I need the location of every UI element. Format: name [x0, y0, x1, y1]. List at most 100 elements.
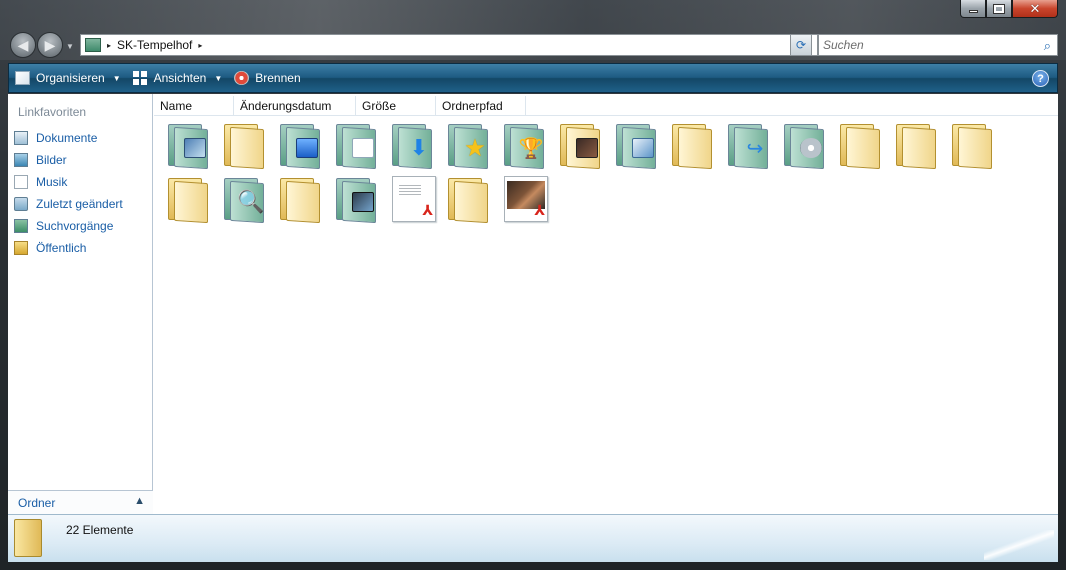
minimize-button[interactable] [960, 0, 986, 18]
sidebar-item-music[interactable]: Musik [12, 171, 123, 193]
breadcrumb-item[interactable]: SK-Tempelhof [117, 38, 192, 52]
links-folder-icon: ↪ [728, 122, 772, 170]
recent-pages-dropdown[interactable]: ▼ [66, 42, 74, 51]
address-bar[interactable]: ▸ SK-Tempelhof ▸ ▼ [80, 34, 818, 56]
maximize-icon [993, 3, 1005, 14]
games-folder-icon: 🏆 [504, 122, 548, 170]
forward-button[interactable]: ▶ [37, 32, 63, 58]
item-count: 22 Elemente [66, 523, 134, 537]
file-item[interactable]: ↪ [722, 118, 778, 172]
recent-icon [14, 197, 28, 211]
burn-label: Brennen [255, 71, 301, 85]
folder-icon [168, 176, 212, 224]
downloads-folder-icon: ⬇ [392, 122, 436, 170]
favorites-folder-icon: ★ [448, 122, 492, 170]
favorite-links-list: Dokumente Bilder Musik Zuletzt geändert … [12, 127, 123, 259]
help-icon: ? [1037, 72, 1044, 85]
file-item[interactable]: ★ [442, 118, 498, 172]
file-icon-grid: ⬇ ★ 🏆 ↪ 🔍 ⅄ ⅄ [162, 118, 1052, 226]
sidebar-item-label: Zuletzt geändert [36, 197, 123, 211]
file-item[interactable] [946, 118, 1002, 172]
file-item[interactable]: ⅄ [498, 172, 554, 226]
search-box[interactable]: ⌕ [818, 34, 1058, 56]
folder-icon [896, 122, 940, 170]
file-item[interactable] [330, 172, 386, 226]
file-item[interactable]: 🏆 [498, 118, 554, 172]
help-button[interactable]: ? [1032, 70, 1049, 87]
folder-icon [840, 122, 884, 170]
explorer-content: Linkfavoriten Dokumente Bilder Musik Zul… [8, 94, 1058, 514]
organize-menu-button[interactable]: Organisieren ▼ [9, 64, 127, 92]
file-item[interactable] [890, 118, 946, 172]
breadcrumb-separator-icon[interactable]: ▸ [107, 41, 111, 50]
contacts-folder-icon [616, 122, 660, 170]
search-icon[interactable]: ⌕ [1044, 38, 1051, 54]
column-header-modified[interactable]: Änderungsdatum [234, 96, 356, 116]
file-item[interactable] [162, 118, 218, 172]
chevron-up-icon: ▲ [134, 495, 145, 507]
sidebar-item-recent[interactable]: Zuletzt geändert [12, 193, 123, 215]
desktop-folder-icon [280, 122, 324, 170]
file-item[interactable] [218, 118, 274, 172]
file-item[interactable] [666, 118, 722, 172]
sidebar-item-public[interactable]: Öffentlich [12, 237, 123, 259]
sidebar-item-documents[interactable]: Dokumente [12, 127, 123, 149]
column-header-name[interactable]: Name [154, 96, 234, 116]
videos-folder-icon [336, 176, 380, 224]
sidebar-item-pictures[interactable]: Bilder [12, 149, 123, 171]
file-item[interactable]: 🔍 [218, 172, 274, 226]
pictures-icon [14, 153, 28, 167]
file-item[interactable] [162, 172, 218, 226]
file-item[interactable] [834, 118, 890, 172]
search-input[interactable] [823, 38, 1023, 52]
file-item[interactable] [778, 118, 834, 172]
folder-icon [224, 122, 268, 170]
file-item[interactable]: ⬇ [386, 118, 442, 172]
folder-location-icon [85, 38, 101, 52]
file-item[interactable] [554, 118, 610, 172]
file-list-pane: Name Änderungsdatum Größe Ordnerpfad ⬇ ★… [154, 94, 1058, 514]
forward-arrow-icon: ▶ [44, 36, 56, 53]
folder-icon [672, 122, 716, 170]
file-item[interactable] [274, 172, 330, 226]
column-header-row: Name Änderungsdatum Größe Ordnerpfad [154, 96, 1058, 116]
documents-folder-icon [336, 122, 380, 170]
caption-buttons: ✕ [960, 0, 1058, 20]
back-button[interactable]: ◀ [10, 32, 36, 58]
burn-button[interactable]: Brennen [228, 64, 306, 92]
searches-icon [14, 219, 28, 233]
searches-folder-icon: 🔍 [224, 176, 268, 224]
file-item[interactable] [442, 172, 498, 226]
file-item[interactable] [610, 118, 666, 172]
organize-icon [15, 71, 30, 85]
navigation-bar: ◀ ▶ ▼ ▸ SK-Tempelhof ▸ ▼ ⟳ ⌕ [8, 30, 1058, 58]
refresh-button[interactable]: ⟳ [790, 34, 812, 56]
documents-icon [14, 131, 28, 145]
views-menu-button[interactable]: Ansichten ▼ [127, 64, 229, 92]
file-item[interactable]: ⅄ [386, 172, 442, 226]
sidebar-item-searches[interactable]: Suchvorgänge [12, 215, 123, 237]
folders-toggle[interactable]: Ordner ▲ [8, 490, 153, 514]
organize-label: Organisieren [36, 71, 105, 85]
burn-disc-icon [234, 71, 250, 85]
folder-icon [280, 176, 324, 224]
navigation-pane: Linkfavoriten Dokumente Bilder Musik Zul… [8, 94, 153, 514]
window-frame: ✕ ◀ ▶ ▼ ▸ SK-Tempelhof ▸ ▼ ⟳ ⌕ Organisie… [0, 0, 1066, 570]
column-header-size[interactable]: Größe [356, 96, 436, 116]
pdf-photo-document-icon: ⅄ [504, 176, 548, 222]
photo-folder-icon [560, 122, 604, 170]
favorite-links-heading: Linkfavoriten [18, 105, 87, 119]
back-arrow-icon: ◀ [17, 36, 29, 53]
minimize-icon [968, 10, 978, 13]
chevron-down-icon: ▼ [112, 73, 121, 83]
file-item[interactable] [330, 118, 386, 172]
sidebar-item-label: Suchvorgänge [36, 219, 114, 233]
views-icon [132, 71, 148, 85]
breadcrumb-separator-icon[interactable]: ▸ [198, 41, 202, 50]
sidebar-item-label: Bilder [36, 153, 67, 167]
close-button[interactable]: ✕ [1012, 0, 1058, 18]
file-item[interactable] [274, 118, 330, 172]
column-header-folder-path[interactable]: Ordnerpfad [436, 96, 526, 116]
maximize-button[interactable] [986, 0, 1012, 18]
command-bar: Organisieren ▼ Ansichten ▼ Brennen ? [8, 63, 1058, 93]
